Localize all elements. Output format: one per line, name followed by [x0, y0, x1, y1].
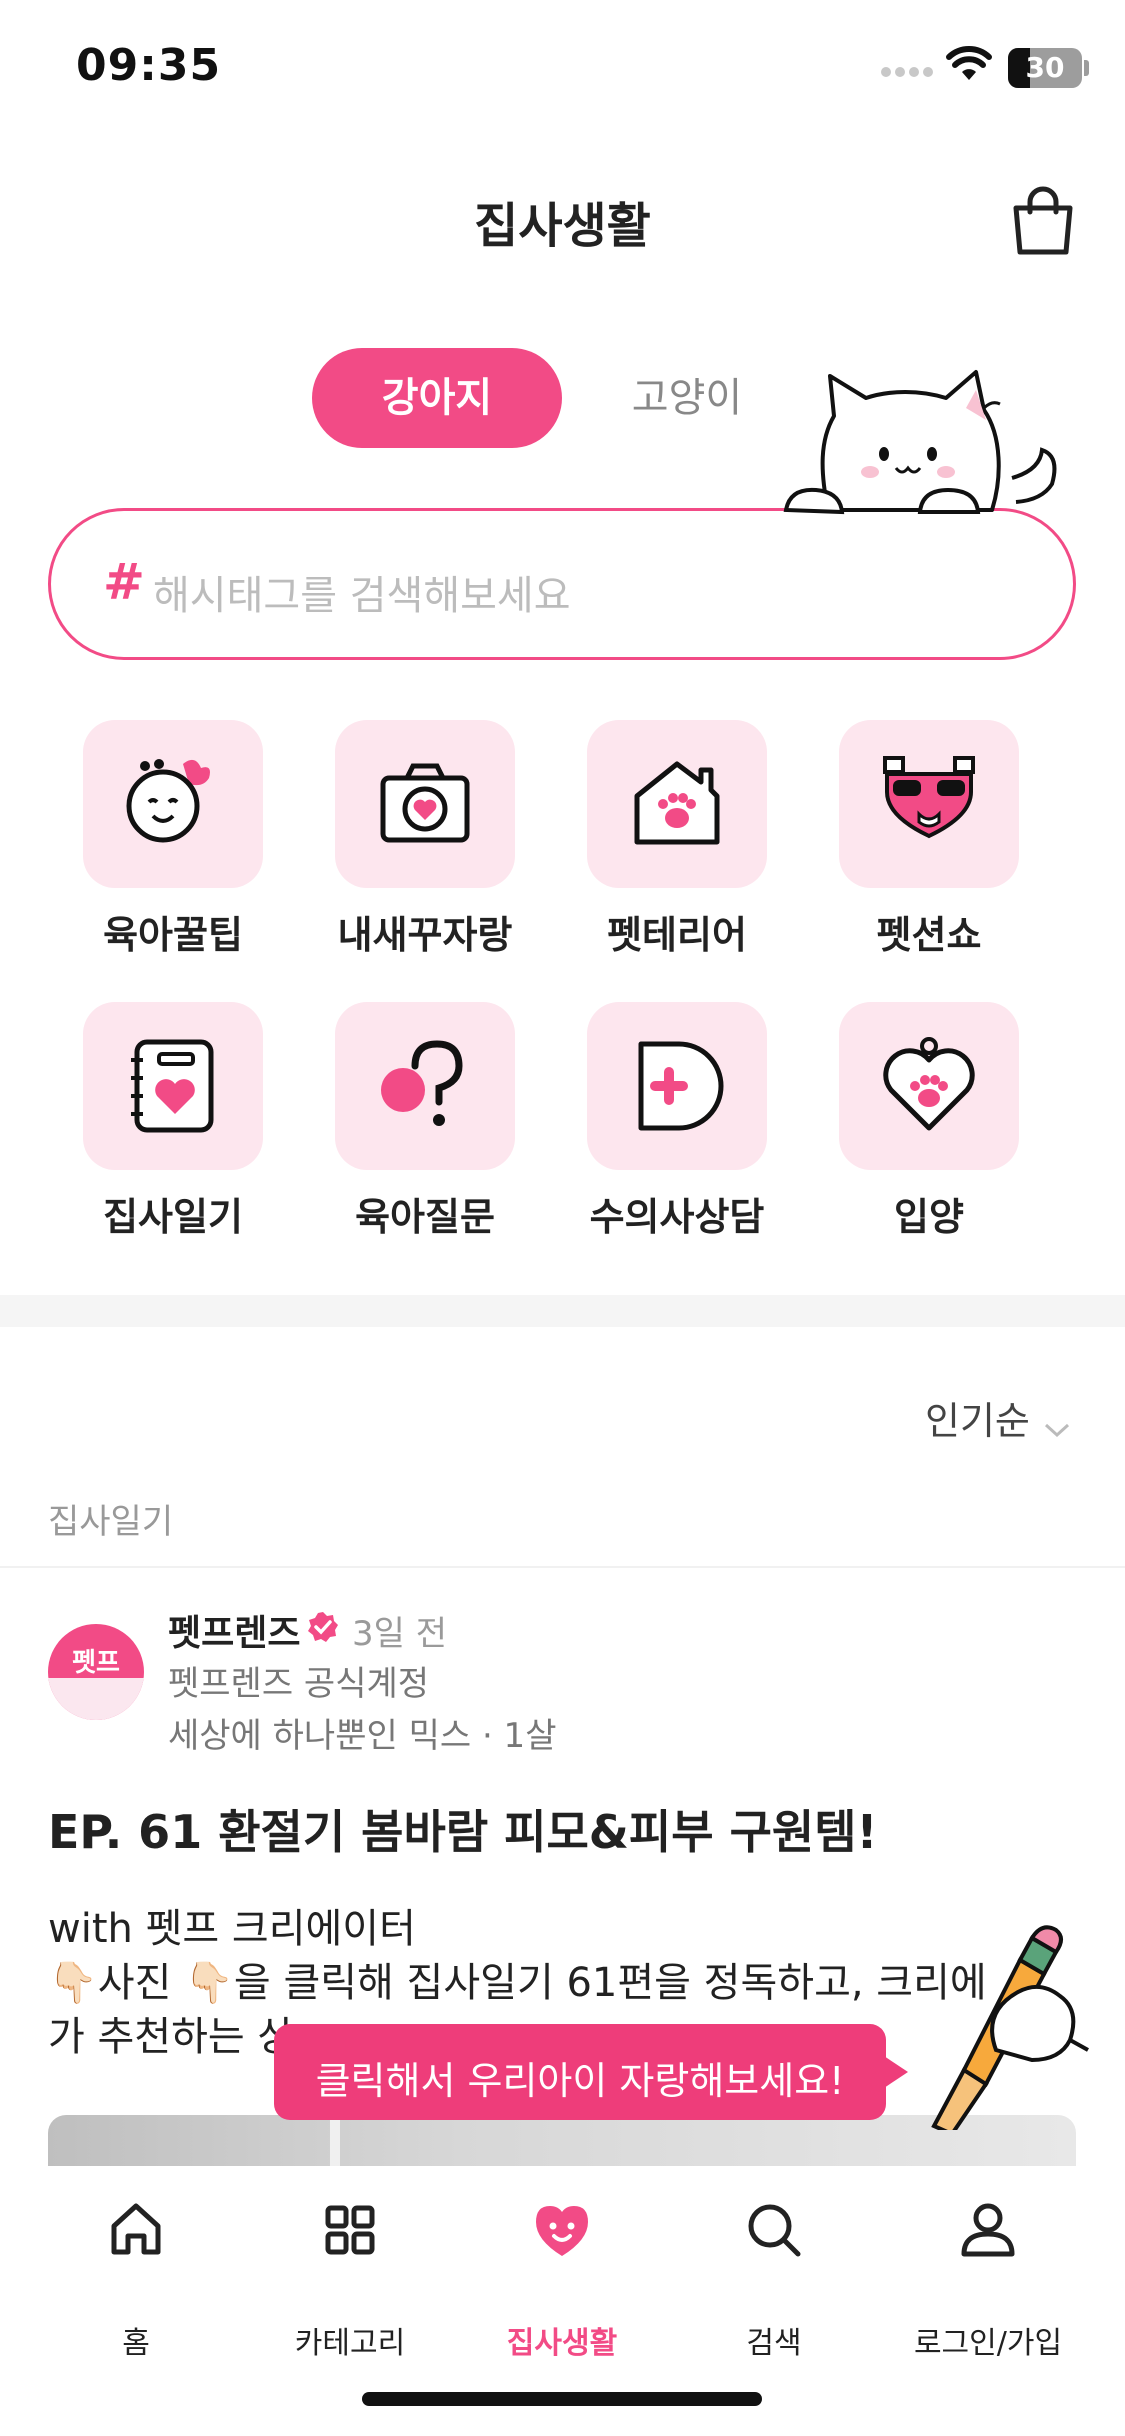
app-header: 집사생활 [0, 160, 1125, 280]
home-icon [111, 2203, 161, 2255]
category-pet-interior[interactable]: 펫테리어 [542, 720, 794, 970]
avatar-illustration [48, 1678, 144, 1720]
house-paw-icon [634, 761, 720, 845]
search-placeholder: 해시태그를 검색해보세요 [153, 573, 571, 619]
user-icon [961, 2203, 1015, 2257]
post-time: 3일 전 [352, 1614, 447, 1654]
category-icon-box [587, 1002, 767, 1170]
avatar-text: 펫프 [72, 1648, 120, 1678]
cat-mascot-illustration [783, 370, 1057, 515]
nav-category[interactable]: 카테고리 [250, 2200, 450, 2361]
battery-icon: 30 [1008, 48, 1082, 88]
wifi-icon [946, 46, 992, 80]
medical-cross-icon [638, 1041, 724, 1131]
category-icon-box [839, 1002, 1019, 1170]
category-icon-box [335, 1002, 515, 1170]
notebook-heart-icon [131, 1039, 214, 1133]
category-vet-consultation[interactable]: 수의사상담 [542, 1002, 794, 1252]
verified-badge-icon [308, 1612, 338, 1642]
nav-login[interactable]: 로그인/가입 [888, 2200, 1088, 2361]
post-body: with 펫프 크리에이터 [48, 1906, 416, 1952]
category-parenting-questions[interactable]: 육아질문 [290, 1002, 542, 1252]
author-subtitle: 펫프렌즈 공식계정 [168, 1664, 430, 1704]
section-divider [0, 1295, 1125, 1327]
category-adoption[interactable]: 입양 [794, 1002, 1046, 1252]
pencil-write-button-icon[interactable] [920, 1920, 1090, 2130]
signal-icon [881, 67, 933, 77]
post-title[interactable]: EP. 61 환절기 봄바람 피모&피부 구원템! [48, 1796, 878, 1862]
avatar[interactable]: 펫프 [48, 1624, 144, 1720]
category-grid: 육아꿀팁 내새꾸자랑 펫테리어 펫션쇼 집사일기 육아질문 수의사상담 입양 [0, 720, 1125, 1260]
category-label: 펫테리어 [607, 913, 747, 957]
status-bar: 09:35 30 [0, 0, 1125, 140]
heart-tag-paw-icon [883, 1037, 975, 1131]
tab-dog[interactable]: 강아지 [312, 348, 562, 448]
search-icon [748, 2204, 801, 2257]
hashtag-icon: # [103, 553, 145, 611]
category-pet-fashion[interactable]: 펫션쇼 [794, 720, 1046, 970]
nav-search[interactable]: 검색 [674, 2200, 874, 2361]
post-body: 👇🏻사진 👇🏻을 클릭해 집사일기 61편을 정독하고, 크리에 [48, 1960, 987, 2006]
divider [0, 1566, 1125, 1568]
category-icon-box [335, 720, 515, 888]
category-icon-box [587, 720, 767, 888]
nav-label: 집사생활 [506, 2326, 618, 2361]
page-title: 집사생활 [474, 198, 651, 254]
grid-icon [325, 2205, 375, 2255]
nav-label: 홈 [122, 2326, 150, 2361]
nav-label: 로그인/가입 [913, 2326, 1063, 2361]
chevron-down-icon [1044, 1423, 1070, 1437]
sort-dropdown[interactable]: 인기순 [925, 1390, 1071, 1450]
category-label: 내새꾸자랑 [337, 913, 513, 957]
sunglasses-dog-icon [883, 756, 975, 839]
tooltip-tail [884, 2056, 908, 2088]
question-icon [381, 1040, 463, 1126]
nav-label: 카테고리 [294, 2326, 406, 2361]
post-body: 가 추천하는 상 [48, 2014, 295, 2060]
author-name[interactable]: 펫프렌즈 [168, 1604, 300, 1656]
tooltip-text: 클릭해서 우리아이 자랑해보세요! [315, 2059, 845, 2103]
camera-heart-icon [380, 763, 470, 843]
sort-label: 인기순 [925, 1399, 1030, 1443]
nav-label: 검색 [746, 2326, 802, 2361]
battery-level: 30 [1025, 51, 1065, 84]
category-label: 수의사상담 [589, 1195, 765, 1239]
section-label: 집사일기 [48, 1502, 174, 1542]
nav-home[interactable]: 홈 [36, 2200, 236, 2361]
category-icon-box [83, 720, 263, 888]
heart-face-icon [536, 2206, 588, 2256]
category-label: 집사일기 [103, 1195, 243, 1239]
nav-pet-life[interactable]: 집사생활 [462, 2200, 662, 2361]
write-post-tooltip[interactable]: 클릭해서 우리아이 자랑해보세요! [274, 2024, 886, 2120]
status-time: 09:35 [76, 40, 222, 91]
category-parenting-tips[interactable]: 육아꿀팁 [38, 720, 290, 970]
pet-meta: 세상에 하나뿐인 믹스 · 1살 [168, 1716, 557, 1756]
category-icon-box [83, 1002, 263, 1170]
shopping-bag-icon[interactable] [1008, 184, 1078, 258]
category-label: 펫션쇼 [876, 913, 982, 957]
tab-cat[interactable]: 고양이 [562, 348, 812, 448]
category-pet-showoff[interactable]: 내새꾸자랑 [290, 720, 542, 970]
category-label: 입양 [894, 1195, 964, 1239]
category-butler-diary[interactable]: 집사일기 [38, 1002, 290, 1252]
battery-tip [1084, 60, 1089, 76]
baby-face-icon [126, 759, 210, 843]
home-indicator[interactable] [362, 2392, 762, 2406]
category-label: 육아질문 [355, 1195, 495, 1239]
category-icon-box [839, 720, 1019, 888]
category-label: 육아꿀팁 [103, 913, 243, 957]
